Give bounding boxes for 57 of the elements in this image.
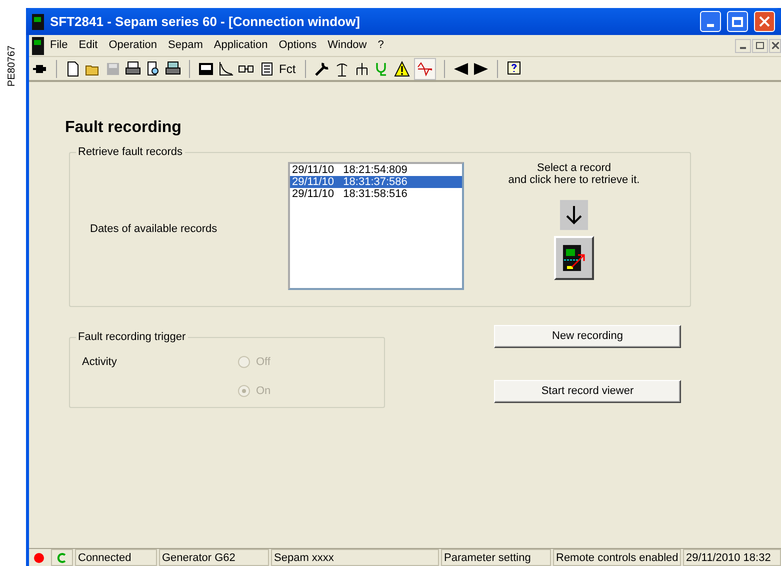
list-item[interactable]: 29/11/10 18:21:54:809: [290, 164, 462, 176]
app-icon: [32, 14, 44, 30]
status-panel: Sepam xxxx: [271, 549, 439, 566]
down-arrow-icon: [566, 204, 582, 224]
side-label: PE80767: [7, 45, 19, 87]
close-icon: [759, 16, 770, 27]
app-icon: [32, 36, 44, 54]
status-panel: 29/11/2010 18:32: [683, 549, 781, 566]
device-icon: [561, 242, 587, 272]
warning-icon[interactable]: [394, 60, 410, 76]
printer-icon[interactable]: [125, 60, 141, 76]
help-icon[interactable]: [506, 60, 522, 76]
status-panel: Connected: [75, 549, 157, 566]
restore-button[interactable]: [752, 38, 768, 52]
group-title: Fault recording trigger: [77, 330, 187, 345]
field-label: Dates of available records: [90, 222, 218, 236]
status-dot-icon: [33, 552, 45, 564]
menu-item[interactable]: Operation: [104, 37, 162, 54]
field-label: Activity: [82, 354, 118, 370]
action-button[interactable]: Start record viewer: [494, 380, 681, 403]
close-icon: [772, 42, 778, 49]
list-item[interactable]: 29/11/10 18:31:37:586: [290, 176, 462, 188]
status-panel: Remote controls enabled: [553, 549, 681, 566]
maximize-button[interactable]: [727, 11, 748, 32]
menu-item[interactable]: Application: [208, 37, 273, 54]
group-title: Retrieve fault records: [77, 145, 184, 160]
close-button[interactable]: [769, 38, 781, 52]
curve-icon[interactable]: [218, 60, 234, 76]
page-title: Fault recording: [65, 118, 182, 138]
network-icon[interactable]: [354, 60, 370, 76]
wrench-icon[interactable]: [314, 60, 330, 76]
menu-item[interactable]: Edit: [74, 37, 103, 54]
hint-text: Select a record: [537, 162, 611, 174]
menu-item[interactable]: ?: [372, 37, 389, 54]
right-arrow-icon[interactable]: [472, 60, 489, 76]
connection-icon: [57, 552, 67, 562]
list-item[interactable]: 29/11/10 18:31:58:516: [290, 188, 462, 200]
left-arrow-icon[interactable]: [452, 60, 469, 76]
menu-item[interactable]: Sepam: [163, 37, 208, 54]
window-title: SFT2841 - Sepam series 60 - [Connection window]: [50, 12, 360, 31]
waveform-icon: [416, 60, 433, 76]
monitor-icon[interactable]: [198, 60, 214, 76]
menu-item[interactable]: Window: [322, 37, 372, 54]
printer-icon[interactable]: [165, 60, 181, 76]
print-preview-icon[interactable]: [145, 60, 161, 76]
new-file-icon[interactable]: [65, 60, 81, 76]
minimize-button[interactable]: [735, 38, 751, 52]
menu-item[interactable]: Options: [274, 37, 322, 54]
menu-item[interactable]: File: [45, 37, 73, 54]
status-panel: Parameter setting: [441, 549, 551, 566]
records-list[interactable]: 29/11/10 18:21:54:809 29/11/10 18:31:37:586 29/11/10 18:31:58:516: [288, 162, 464, 290]
hint-text: and click here to retrieve it.: [508, 174, 640, 186]
retrieve-button[interactable]: [554, 236, 594, 280]
waveform-button[interactable]: [414, 58, 436, 80]
action-button[interactable]: New recording: [494, 325, 681, 348]
status-panel: Generator G62: [159, 549, 269, 566]
function-button[interactable]: Fct: [278, 60, 297, 78]
